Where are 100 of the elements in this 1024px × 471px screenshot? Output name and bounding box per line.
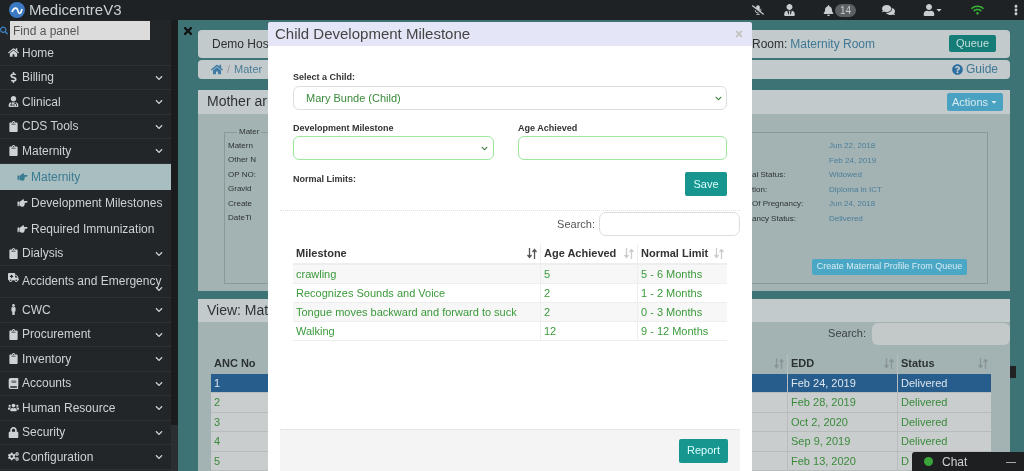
sidebar-subitem[interactable]: Required Immunization xyxy=(0,215,171,242)
field-label: Select a Child: xyxy=(293,71,356,84)
chat-widget[interactable]: Chat — xyxy=(912,452,1024,471)
home-icon[interactable] xyxy=(211,63,223,75)
fieldset-legend: Mater xyxy=(237,126,262,137)
bell-icon[interactable] xyxy=(822,4,834,16)
chevron-icon xyxy=(155,73,163,82)
sidebar-item[interactable]: Accounts xyxy=(0,371,171,396)
field-label: Matern xyxy=(228,139,254,152)
sidebar-item[interactable]: Procurement xyxy=(0,322,171,347)
users-icon xyxy=(8,402,19,414)
doctor-icon xyxy=(8,96,19,108)
person-icon xyxy=(8,304,19,316)
sidebar-item[interactable]: Human Resource xyxy=(0,396,171,421)
column-header[interactable]: Age Achieved xyxy=(541,244,638,263)
table-cell-text: 1 - 2 Months xyxy=(640,285,704,301)
pointing-hand-icon xyxy=(17,223,28,234)
pointing-hand-icon xyxy=(17,197,28,208)
wifi-icon xyxy=(971,4,984,16)
report-button[interactable]: Report xyxy=(679,438,728,463)
field-label: Of Pregnancy: xyxy=(752,198,805,210)
table-header[interactable]: Status xyxy=(898,353,991,374)
age-input[interactable] xyxy=(518,136,727,160)
logo-icon xyxy=(9,2,25,18)
clipboard-icon xyxy=(8,145,19,157)
muted-microphone-icon[interactable] xyxy=(751,4,764,16)
chevron-icon xyxy=(155,147,163,155)
field-value: Jun 24, 2018 xyxy=(829,198,876,210)
chevron-icon xyxy=(155,306,163,314)
sidebar-item[interactable]: Dialysis xyxy=(0,241,171,266)
sidebar-subitem[interactable]: Development Milestones xyxy=(0,189,171,216)
column-header[interactable]: Normal Limit xyxy=(638,244,727,263)
panel-header: Mother ar xyxy=(198,90,268,114)
home-icon xyxy=(8,47,19,59)
header-card: Demo Hos xyxy=(198,30,268,58)
caret-icon xyxy=(935,6,943,14)
chevron-icon xyxy=(155,428,163,437)
table-cell[interactable]: Feb 24, 2019 xyxy=(788,373,898,392)
sidebar-item[interactable]: Configuration xyxy=(0,445,171,470)
sort-icon[interactable] xyxy=(527,248,537,259)
user-icon xyxy=(923,4,935,16)
search-label: Search: xyxy=(828,326,866,342)
lock-icon xyxy=(8,426,19,438)
notification-badge: 14 xyxy=(834,3,856,17)
user-menu[interactable] xyxy=(923,4,943,16)
table-cell-text: 9 - 12 Months xyxy=(640,323,710,339)
milestone-select[interactable] xyxy=(293,136,494,160)
table-cell: crawling xyxy=(293,265,541,283)
clipboard-icon xyxy=(8,247,19,259)
search-label: Search: xyxy=(557,216,595,232)
chevron-icon xyxy=(155,355,163,363)
field-label: Age Achieved xyxy=(518,122,579,135)
chevron-icon xyxy=(481,144,488,152)
sidebar-item[interactable]: Clinical xyxy=(0,90,171,115)
column-header[interactable]: Milestone xyxy=(293,244,541,263)
search-field[interactable] xyxy=(599,212,740,236)
breadcrumb-separator: / xyxy=(227,62,231,78)
chevron-icon xyxy=(155,453,163,461)
chevron-icon xyxy=(155,330,163,339)
scrollbar-thumb[interactable] xyxy=(1010,366,1016,378)
table-header: ANC No xyxy=(213,356,257,372)
table-cell: Recognizes Sounds and Voice xyxy=(293,284,541,302)
chevron-icon xyxy=(155,249,163,258)
field-label: al Status: xyxy=(752,169,787,181)
person-icon[interactable] xyxy=(783,4,795,16)
table-cell: 2 xyxy=(541,303,638,321)
book-icon xyxy=(8,377,19,389)
table-cell: 12 xyxy=(541,322,638,340)
table-cell-text: 5 - 6 Months xyxy=(640,266,704,282)
field-value: Diploma in ICT xyxy=(829,183,882,196)
table-cell[interactable]: Delivered xyxy=(898,373,951,392)
search-field[interactable]: Find a panel xyxy=(10,21,150,40)
sidebar-item[interactable]: Maternity xyxy=(0,139,171,164)
room-name: Maternity Room xyxy=(790,35,876,53)
close-icon[interactable] xyxy=(183,25,193,37)
sidebar-item[interactable]: Security xyxy=(0,420,171,445)
sidebar-item[interactable]: CDS Tools xyxy=(0,114,171,139)
save-button[interactable]: Save xyxy=(685,172,727,196)
minimize-button[interactable]: — xyxy=(1006,454,1016,469)
field-label: Gravid xyxy=(228,183,253,196)
chat-label: Chat xyxy=(942,453,968,471)
chevron-icon xyxy=(715,94,722,102)
scrollbar-thumb[interactable] xyxy=(171,20,178,425)
table-cell[interactable]: 1 xyxy=(211,373,268,393)
sidebar-item[interactable]: Inventory xyxy=(0,347,171,372)
sidebar-item[interactable]: Home xyxy=(0,41,171,66)
more-icon[interactable] xyxy=(1014,4,1018,16)
chat-icon[interactable] xyxy=(882,4,895,16)
clipboard-icon xyxy=(8,328,19,340)
app-title: MedicentreV3 xyxy=(29,0,122,20)
field-label: Development Milestone xyxy=(293,122,395,135)
field-label: Other N xyxy=(228,154,257,167)
guide-link[interactable]: Guide xyxy=(951,60,998,79)
help-icon xyxy=(951,63,963,75)
table-header[interactable]: EDD xyxy=(788,353,898,374)
child-select[interactable]: Mary Bunde (Child) xyxy=(293,86,727,110)
table-cell: 5 xyxy=(541,265,638,283)
field-label: ancy Status: xyxy=(752,212,798,225)
search-field[interactable] xyxy=(872,322,1010,345)
queue-button[interactable]: Queue xyxy=(948,35,996,53)
